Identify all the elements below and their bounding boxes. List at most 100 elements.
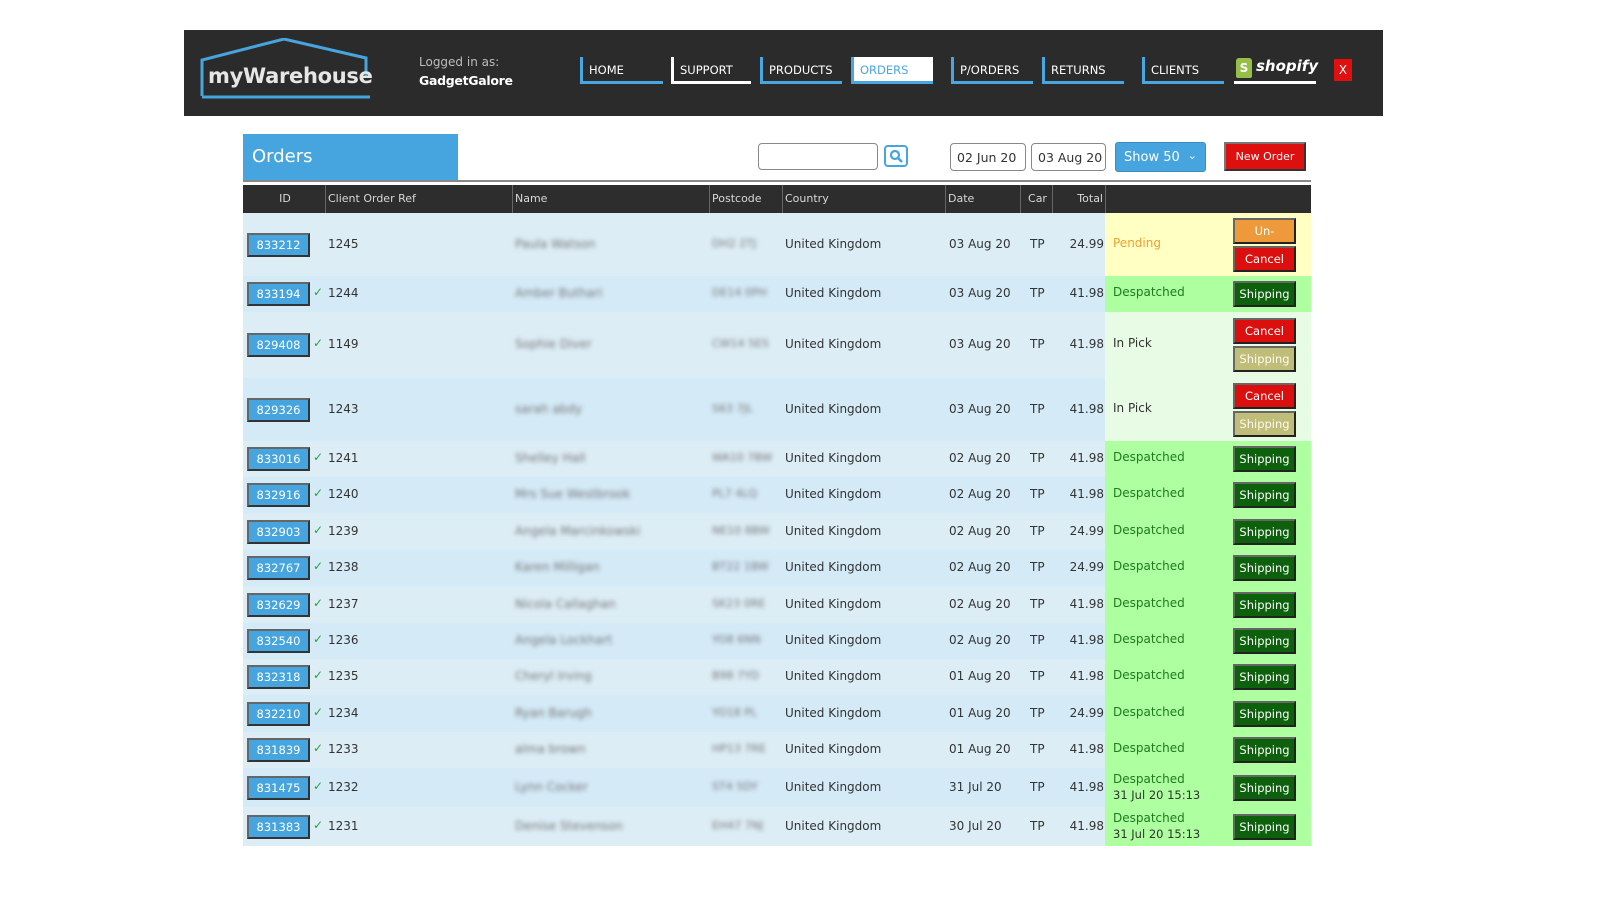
- postcode: B98 7YD: [712, 669, 760, 682]
- column-header-postcode[interactable]: Postcode: [709, 185, 782, 213]
- checkmark-icon: ✓: [313, 559, 324, 573]
- order-id-button[interactable]: 833194: [247, 282, 310, 306]
- status-timestamp: 31 Jul 20 15:13: [1113, 827, 1201, 841]
- column-header-id[interactable]: ID: [243, 185, 325, 213]
- nav-support[interactable]: SUPPORT: [671, 57, 751, 84]
- unsubmit-button[interactable]: Un-Submit: [1233, 218, 1296, 260]
- checkmark-icon: ✓: [313, 779, 324, 793]
- country: United Kingdom: [785, 560, 882, 574]
- order-date: 03 Aug 20: [949, 237, 1011, 251]
- cancel-button[interactable]: Cancel: [1233, 383, 1296, 409]
- shopify-link[interactable]: S shopify: [1234, 56, 1318, 84]
- mywarehouse-logo[interactable]: myWarehouse: [200, 38, 373, 100]
- client-order-ref: 1231: [328, 819, 359, 833]
- customer-name: Mrs Sue Westbrook: [515, 487, 631, 501]
- order-id-button[interactable]: 833212: [247, 233, 310, 257]
- column-header-name[interactable]: Name: [512, 185, 709, 213]
- order-total: 41.98: [1069, 780, 1104, 794]
- carrier: TP: [1030, 819, 1045, 833]
- checkmark-icon: ✓: [313, 668, 324, 682]
- country: United Kingdom: [785, 337, 882, 351]
- order-id-button[interactable]: 832540: [247, 629, 310, 653]
- order-id-button[interactable]: 832629: [247, 593, 310, 617]
- column-header-carrier[interactable]: Car: [1020, 185, 1052, 213]
- order-id-button[interactable]: 831839: [247, 738, 310, 762]
- postcode: CW14 5ES: [712, 337, 769, 350]
- checkmark-icon: ✓: [313, 285, 324, 299]
- status-timestamp: 31 Jul 20 15:13: [1113, 788, 1201, 802]
- date-to-input[interactable]: 03 Aug 20: [1031, 143, 1106, 171]
- carrier: TP: [1030, 597, 1045, 611]
- column-header-total[interactable]: Total: [1052, 185, 1105, 213]
- country: United Kingdom: [785, 742, 882, 756]
- shipping-button[interactable]: Shipping: [1233, 628, 1296, 654]
- nav-products[interactable]: PRODUCTS: [760, 57, 842, 84]
- nav-porders[interactable]: P/ORDERS: [951, 57, 1033, 84]
- cancel-button[interactable]: Cancel: [1233, 318, 1296, 344]
- shipping-button[interactable]: Shipping: [1233, 775, 1296, 801]
- country: United Kingdom: [785, 487, 882, 501]
- carrier: TP: [1030, 560, 1045, 574]
- table-header: ID Client Order Ref Name Postcode Countr…: [243, 185, 1311, 213]
- status-label: Despatched: [1113, 811, 1185, 825]
- order-date: 01 Aug 20: [949, 669, 1011, 683]
- shipping-button[interactable]: Shipping: [1233, 346, 1296, 372]
- postcode: BT22 1BW: [712, 560, 769, 573]
- order-id-button[interactable]: 832767: [247, 556, 310, 580]
- postcode: YO8 6NN: [712, 633, 761, 646]
- postcode: DE14 0PH: [712, 286, 767, 299]
- order-date: 03 Aug 20: [949, 286, 1011, 300]
- shipping-button[interactable]: Shipping: [1233, 411, 1296, 437]
- table-row: 829326 1243 sarah abdy S63 7JL United Kingdo…: [243, 378, 1311, 441]
- shipping-button[interactable]: Shipping: [1233, 737, 1296, 763]
- checkmark-icon: ✓: [313, 486, 324, 500]
- close-button[interactable]: X: [1334, 59, 1352, 81]
- customer-name: Amber Buthari: [515, 286, 603, 300]
- shipping-button[interactable]: Shipping: [1233, 555, 1296, 581]
- column-header-country[interactable]: Country: [782, 185, 945, 213]
- order-total: 41.98: [1069, 451, 1104, 465]
- carrier: TP: [1030, 237, 1045, 251]
- search-input[interactable]: [758, 143, 878, 170]
- customer-name: Nicola Callaghan: [515, 597, 616, 611]
- nav-clients[interactable]: CLIENTS: [1142, 57, 1224, 84]
- nav-orders[interactable]: ORDERS: [851, 57, 933, 84]
- nav-home[interactable]: HOME: [580, 57, 663, 84]
- order-id-button[interactable]: 831475: [247, 776, 310, 800]
- order-total: 41.98: [1069, 597, 1104, 611]
- order-id-button[interactable]: 833016: [247, 447, 310, 471]
- column-header-client-order-ref[interactable]: Client Order Ref: [325, 185, 512, 213]
- order-date: 02 Aug 20: [949, 451, 1011, 465]
- order-id-button[interactable]: 832318: [247, 665, 310, 689]
- order-id-button[interactable]: 829326: [247, 398, 310, 422]
- order-id-button[interactable]: 832916: [247, 483, 310, 507]
- shipping-button[interactable]: Shipping: [1233, 592, 1296, 618]
- order-id-button[interactable]: 831383: [247, 815, 310, 839]
- shipping-button[interactable]: Shipping: [1233, 701, 1296, 727]
- column-header-date[interactable]: Date: [945, 185, 1020, 213]
- page-size-select[interactable]: Show 50 ⌄: [1115, 142, 1206, 172]
- postcode: NE10 8BW: [712, 524, 770, 537]
- shipping-button[interactable]: Shipping: [1233, 482, 1296, 508]
- shipping-button[interactable]: Shipping: [1233, 281, 1296, 307]
- status-label: Pending: [1113, 236, 1161, 250]
- shipping-button[interactable]: Shipping: [1233, 446, 1296, 472]
- shipping-button[interactable]: Shipping: [1233, 519, 1296, 545]
- order-id-button[interactable]: 829408: [247, 333, 310, 357]
- shipping-button[interactable]: Shipping: [1233, 664, 1296, 690]
- date-from-input[interactable]: 02 Jun 20: [950, 143, 1026, 171]
- nav-returns[interactable]: RETURNS: [1042, 57, 1124, 84]
- order-total: 24.99: [1069, 524, 1104, 538]
- cancel-button[interactable]: Cancel: [1233, 246, 1296, 272]
- postcode: EH47 7NJ: [712, 819, 764, 832]
- shipping-button[interactable]: Shipping: [1233, 814, 1296, 840]
- new-order-button[interactable]: New Order: [1224, 142, 1306, 171]
- order-id-button[interactable]: 832903: [247, 520, 310, 544]
- title-divider: [243, 180, 1311, 182]
- country: United Kingdom: [785, 669, 882, 683]
- search-button[interactable]: [884, 145, 908, 167]
- carrier: TP: [1030, 451, 1045, 465]
- order-id-button[interactable]: 832210: [247, 702, 310, 726]
- table-row: 833016 ✓ 1241 Shelley Hall WA10 7BW United Ki…: [243, 441, 1311, 477]
- carrier: TP: [1030, 669, 1045, 683]
